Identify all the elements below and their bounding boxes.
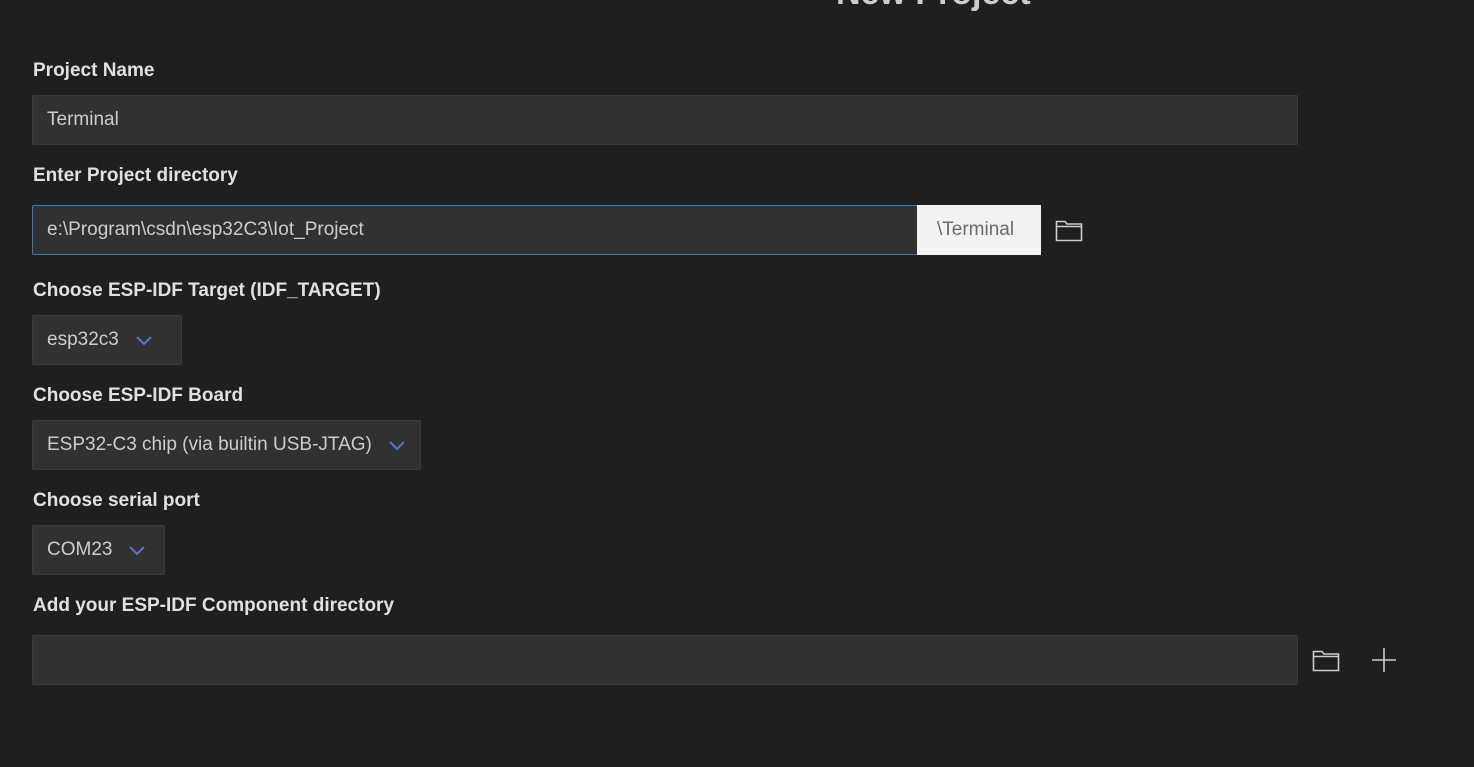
idf-target-select[interactable]: esp32c3 (32, 315, 182, 365)
idf-target-label: Choose ESP-IDF Target (IDF_TARGET) (33, 280, 381, 301)
idf-board-value: ESP32-C3 chip (via builtin USB-JTAG) (47, 434, 372, 455)
plus-icon (1372, 648, 1396, 672)
project-directory-label: Enter Project directory (33, 165, 238, 186)
browse-project-directory-button[interactable] (1053, 214, 1085, 246)
folder-icon (1055, 220, 1083, 242)
component-directory-label: Add your ESP-IDF Component directory (33, 595, 395, 616)
folder-icon (1312, 650, 1340, 672)
browse-component-directory-button[interactable] (1310, 644, 1342, 676)
idf-board-select[interactable]: ESP32-C3 chip (via builtin USB-JTAG) (32, 420, 421, 470)
chevron-down-icon (129, 546, 146, 556)
project-name-label: Project Name (33, 60, 155, 81)
page-title: New Project (836, 0, 1031, 10)
serial-port-label: Choose serial port (33, 490, 200, 511)
project-directory-input[interactable] (32, 205, 918, 255)
new-project-page: New Project Project Name Enter Project d… (0, 0, 1474, 767)
chevron-down-icon (389, 441, 405, 451)
serial-port-value: COM23 (47, 539, 113, 560)
add-component-directory-button[interactable] (1368, 644, 1400, 676)
project-directory-suffix: \Terminal (917, 205, 1041, 255)
chevron-down-icon (136, 336, 152, 346)
project-name-input[interactable] (32, 95, 1298, 145)
component-directory-input[interactable] (32, 635, 1298, 685)
serial-port-select[interactable]: COM23 (32, 525, 165, 575)
idf-board-label: Choose ESP-IDF Board (33, 385, 244, 406)
idf-target-value: esp32c3 (47, 329, 119, 350)
